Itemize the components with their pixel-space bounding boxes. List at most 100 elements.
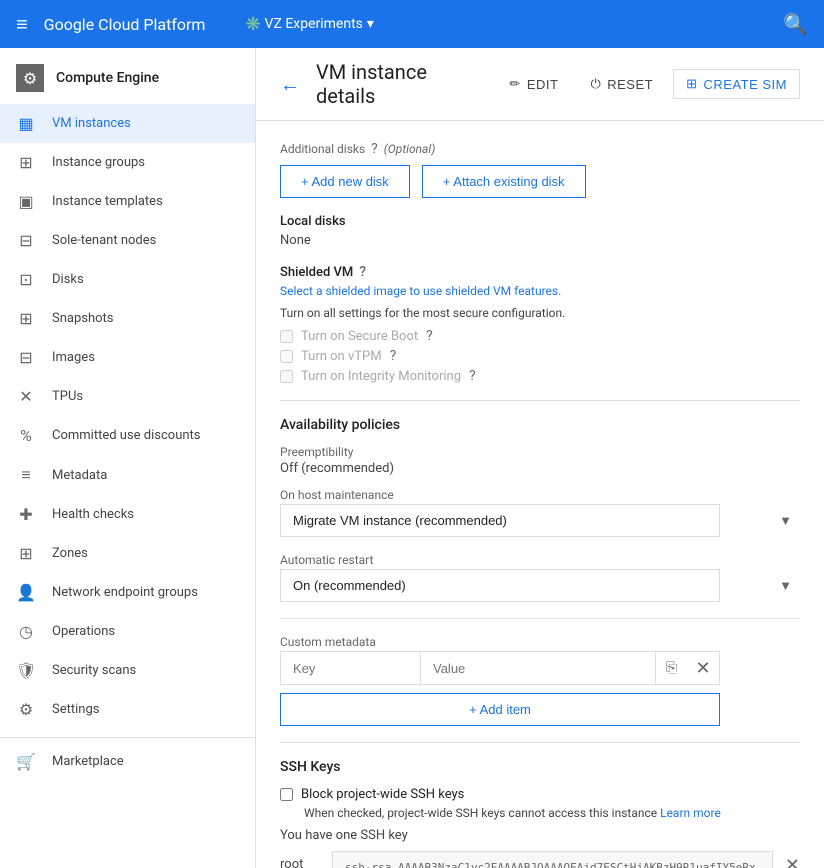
automatic-restart-label: Automatic restart <box>280 553 800 567</box>
sidebar-item-committed-use[interactable]: % Committed use discounts <box>0 416 255 455</box>
preemptibility-value: Off (recommended) <box>280 461 800 476</box>
project-icon: ❋ <box>245 14 260 35</box>
sidebar-item-instance-groups[interactable]: ⊞ Instance groups <box>0 143 255 182</box>
snapshots-icon: ⊞ <box>16 309 36 328</box>
availability-policies-title: Availability policies <box>280 417 800 433</box>
instance-groups-icon: ⊞ <box>16 153 36 172</box>
sidebar-item-disks[interactable]: ⊡ Disks <box>0 260 255 299</box>
host-maintenance-select[interactable]: Migrate VM instance (recommended) Termin… <box>280 504 720 537</box>
sidebar-item-settings[interactable]: ⚙ Settings <box>0 690 255 729</box>
shielded-vm-label: Shielded VM <box>280 265 353 280</box>
app-logo: Google Cloud Platform <box>44 15 206 34</box>
edit-button[interactable]: ✏ EDIT <box>497 70 570 98</box>
secure-boot-label: Turn on Secure Boot <box>301 329 418 344</box>
network-endpoint-icon: 👤 <box>16 583 36 602</box>
sidebar-item-label: Operations <box>52 624 115 639</box>
vtpm-help-icon[interactable]: ? <box>390 348 397 364</box>
shielded-vm-link-desc: Select a shielded image to use shielded … <box>280 284 800 298</box>
attach-existing-disk-button[interactable]: + Attach existing disk <box>422 165 586 198</box>
host-maintenance-dropdown-icon: ▼ <box>779 513 792 529</box>
top-navigation: ≡ Google Cloud Platform ❋ VZ Experiments… <box>0 0 824 48</box>
block-ssh-keys-row: Block project-wide SSH keys <box>280 787 800 802</box>
shielded-vm-group: Shielded VM ? Select a shielded image to… <box>280 264 800 384</box>
ssh-key-row: root ssh-rsa AAAAB3NzaC1yc2EAAAABJQAAAQE… <box>280 851 800 868</box>
secure-boot-help-icon[interactable]: ? <box>426 328 433 344</box>
shielded-vm-link[interactable]: Select a shielded image to use shielded … <box>280 284 561 298</box>
create-sim-button[interactable]: ⊞ CREATE SIM <box>673 69 800 99</box>
sidebar-item-label: Snapshots <box>52 311 114 326</box>
sidebar-item-marketplace[interactable]: 🛒 Marketplace <box>0 742 255 781</box>
sidebar-item-snapshots[interactable]: ⊞ Snapshots <box>0 299 255 338</box>
metadata-row: ⎘ ✕ <box>281 652 719 684</box>
sidebar-item-security-scans[interactable]: 🛡 Security scans <box>0 651 255 690</box>
vtpm-checkbox[interactable] <box>280 350 293 363</box>
vm-instances-icon: ▦ <box>16 114 36 133</box>
sidebar-item-label: Network endpoint groups <box>52 585 198 600</box>
sidebar-item-label: Security scans <box>52 663 136 678</box>
preemptibility-label: Preemptibility <box>280 445 800 459</box>
sidebar-item-metadata[interactable]: ≡ Metadata <box>0 455 255 495</box>
additional-disks-help-icon[interactable]: ? <box>371 141 378 157</box>
sidebar-item-sole-tenant-nodes[interactable]: ⊟ Sole-tenant nodes <box>0 221 255 260</box>
security-scans-icon: 🛡 <box>16 661 36 680</box>
ssh-keys-description: When checked, project-wide SSH keys cann… <box>304 806 800 820</box>
sidebar-item-label: Metadata <box>52 468 107 483</box>
integrity-checkbox-row: Turn on Integrity Monitoring ? <box>280 368 800 384</box>
edit-label: EDIT <box>527 77 559 92</box>
add-metadata-item-button[interactable]: + Add item <box>280 693 720 726</box>
metadata-copy-button[interactable]: ⎘ <box>655 652 687 684</box>
add-new-disk-button[interactable]: + Add new disk <box>280 165 410 198</box>
sidebar-title: Compute Engine <box>56 70 159 86</box>
block-ssh-keys-checkbox[interactable] <box>280 788 293 801</box>
metadata-delete-button[interactable]: ✕ <box>687 652 719 684</box>
secure-boot-checkbox[interactable] <box>280 330 293 343</box>
settings-icon: ⚙ <box>16 700 36 719</box>
metadata-key-input[interactable] <box>281 653 421 684</box>
ssh-keys-title: SSH Keys <box>280 759 800 775</box>
ssh-learn-more-link[interactable]: Learn more <box>660 806 721 820</box>
reset-button[interactable]: ⏻ RESET <box>578 70 665 98</box>
local-disks-group: Local disks None <box>280 214 800 248</box>
project-selector[interactable]: ❋ VZ Experiments ▾ <box>245 14 373 35</box>
sidebar-item-label: Health checks <box>52 507 134 522</box>
sidebar-item-health-checks[interactable]: ✚ Health checks <box>0 495 255 534</box>
sidebar-item-label: Zones <box>52 546 88 561</box>
edit-icon: ✏ <box>509 76 520 92</box>
integrity-checkbox[interactable] <box>280 370 293 383</box>
back-button[interactable]: ← <box>280 72 300 97</box>
operations-icon: ◷ <box>16 622 36 641</box>
sidebar-item-vm-instances[interactable]: ▦ VM instances <box>0 104 255 143</box>
sidebar-item-network-endpoint-groups[interactable]: 👤 Network endpoint groups <box>0 573 255 612</box>
sidebar-item-label: TPUs <box>52 389 83 404</box>
sidebar-item-instance-templates[interactable]: ▣ Instance templates <box>0 182 255 221</box>
shielded-vm-description: Turn on all settings for the most secure… <box>280 306 800 320</box>
search-icon[interactable]: 🔍 <box>783 12 808 36</box>
custom-metadata-label: Custom metadata <box>280 635 800 649</box>
sidebar-item-zones[interactable]: ⊞ Zones <box>0 534 255 573</box>
reset-label: RESET <box>607 77 653 92</box>
zones-icon: ⊞ <box>16 544 36 563</box>
vtpm-label: Turn on vTPM <box>301 349 382 364</box>
sidebar-item-images[interactable]: ⊟ Images <box>0 338 255 377</box>
ssh-key-delete-button[interactable]: ✕ <box>785 851 800 868</box>
sole-tenant-icon: ⊟ <box>16 231 36 250</box>
menu-icon[interactable]: ≡ <box>16 12 28 37</box>
sidebar-item-tpus[interactable]: ✕ TPUs <box>0 377 255 416</box>
committed-use-icon: % <box>16 426 36 445</box>
main-content: ← VM instance details ✏ EDIT ⏻ RESET ⊞ C… <box>256 48 824 868</box>
images-icon: ⊟ <box>16 348 36 367</box>
automatic-restart-dropdown-icon: ▼ <box>779 578 792 594</box>
integrity-help-icon[interactable]: ? <box>469 368 476 384</box>
project-name: VZ Experiments <box>265 16 363 32</box>
sidebar-item-operations[interactable]: ◷ Operations <box>0 612 255 651</box>
shielded-vm-help-icon[interactable]: ? <box>359 264 366 280</box>
project-dropdown-icon: ▾ <box>367 16 374 32</box>
automatic-restart-select[interactable]: On (recommended) Off <box>280 569 720 602</box>
sidebar-header: ⚙ Compute Engine <box>0 48 255 104</box>
metadata-value-input[interactable] <box>421 653 655 684</box>
health-checks-icon: ✚ <box>16 505 36 524</box>
compute-engine-icon: ⚙ <box>16 64 44 92</box>
divider-1 <box>280 400 800 401</box>
sidebar-item-label: Instance templates <box>52 194 163 209</box>
divider-2 <box>280 618 800 619</box>
